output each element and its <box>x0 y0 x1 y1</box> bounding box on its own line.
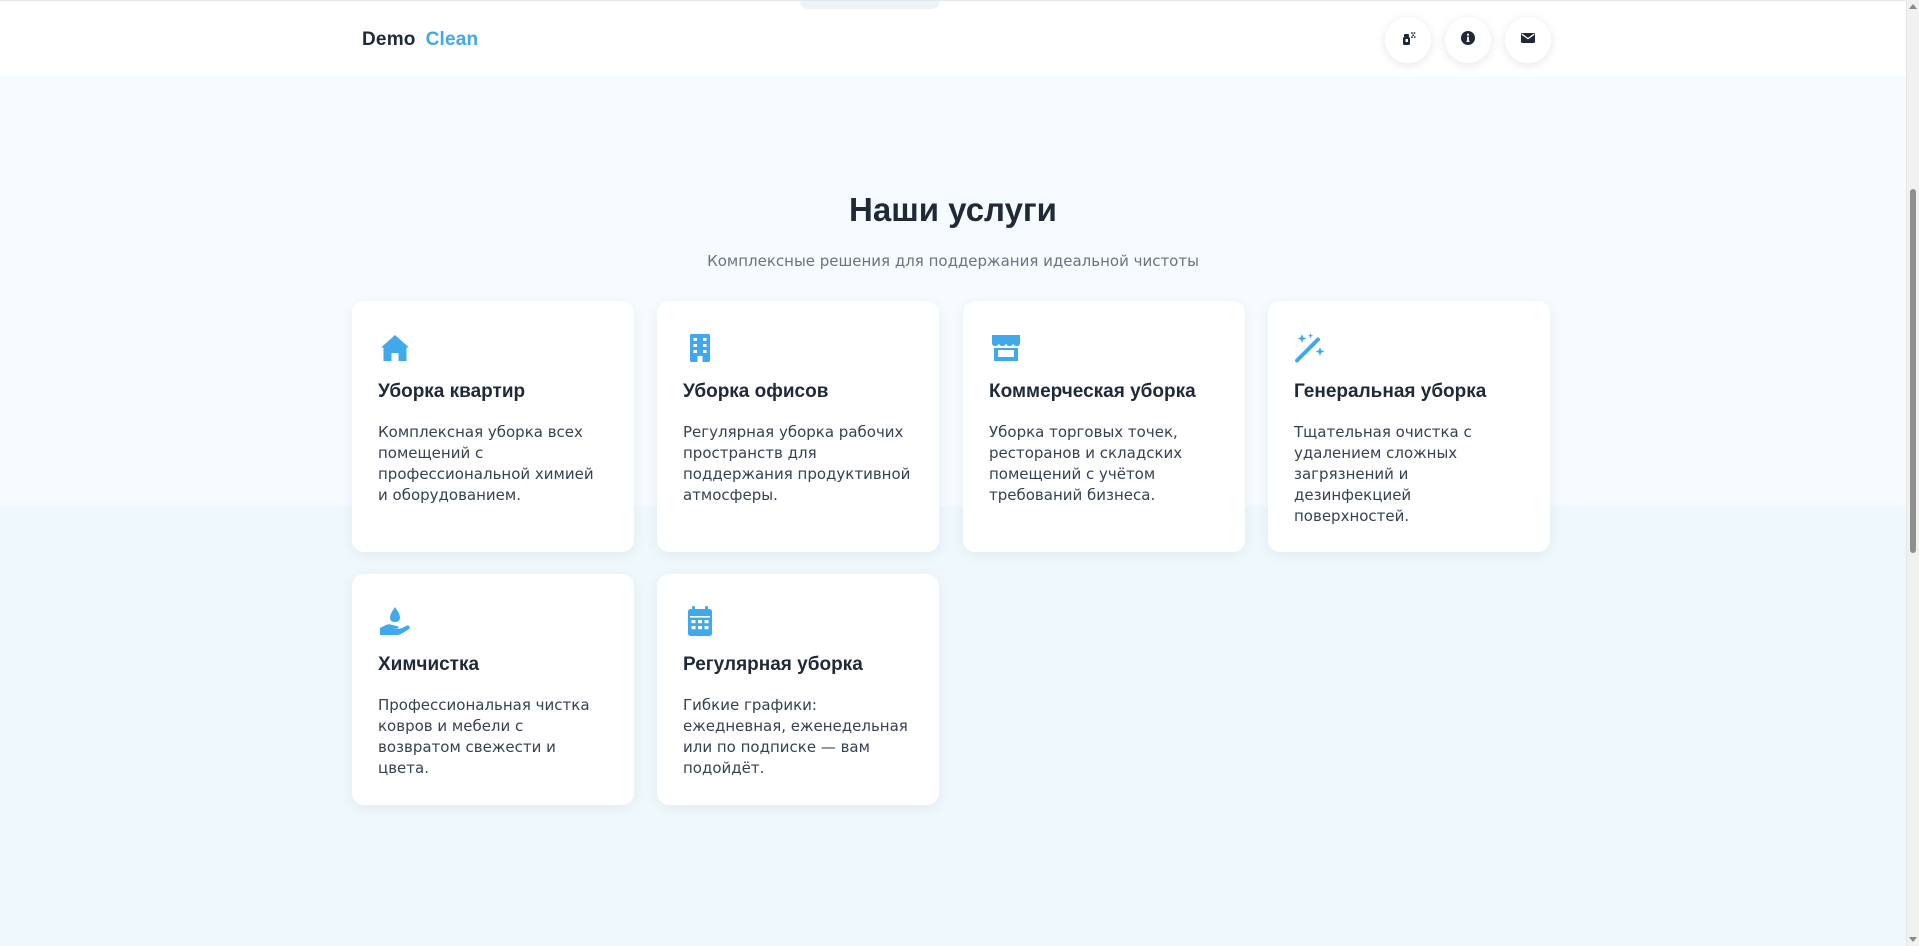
service-card-dry-cleaning[interactable]: Химчистка Профессиональная чистка ковров… <box>352 574 634 805</box>
contact-button[interactable] <box>1505 17 1551 63</box>
page: Demo Clean Наши услуги Комплексные решен… <box>0 0 1919 946</box>
spray-bottle-icon <box>1400 30 1416 50</box>
service-title: Регулярная уборка <box>683 654 863 675</box>
store-icon <box>989 331 1023 365</box>
service-title: Уборка офисов <box>683 381 829 402</box>
brand-accent: Clean <box>425 29 479 50</box>
header-decoration <box>800 1 940 9</box>
service-title: Химчистка <box>378 654 480 675</box>
service-card-offices[interactable]: Уборка офисов Регулярная уборка рабочих … <box>657 301 939 552</box>
building-icon <box>683 331 717 365</box>
site-header: Demo Clean <box>0 0 1906 76</box>
header-actions <box>1385 17 1551 63</box>
service-card-apartments[interactable]: Уборка квартир Комплексная уборка всех п… <box>352 301 634 552</box>
section-title: Наши услуги <box>849 191 1057 228</box>
brand-primary: Demo <box>362 29 416 50</box>
service-description: Регулярная уборка рабочих пространств дл… <box>683 423 911 504</box>
scroll-down-arrow-icon[interactable] <box>1909 937 1917 942</box>
section-subtitle: Комплексные решения для поддержания идеа… <box>707 252 1199 270</box>
envelope-icon <box>1520 30 1536 50</box>
service-description: Комплексная уборка всех помещений с проф… <box>378 423 594 504</box>
brand-logo[interactable]: Demo Clean <box>362 29 478 51</box>
calendar-icon <box>683 604 717 638</box>
info-icon <box>1460 30 1476 50</box>
service-description: Уборка торговых точек, ресторанов и скла… <box>989 423 1183 504</box>
info-button[interactable] <box>1445 17 1491 63</box>
service-card-regular[interactable]: Регулярная уборка Гибкие графики: ежедне… <box>657 574 939 805</box>
scroll-up-arrow-icon[interactable] <box>1909 4 1917 9</box>
service-card-general[interactable]: Генеральная уборка Тщательная очистка с … <box>1268 301 1550 552</box>
service-card-commercial[interactable]: Коммерческая уборка Уборка торговых точе… <box>963 301 1245 552</box>
service-description: Тщательная очистка с удалением сложных з… <box>1294 423 1472 525</box>
scrollbar-thumb[interactable] <box>1910 189 1916 553</box>
magic-wand-icon <box>1294 331 1328 365</box>
service-title: Коммерческая уборка <box>989 381 1196 402</box>
service-description: Профессиональная чистка ковров и мебели … <box>378 696 590 777</box>
service-description: Гибкие графики: ежедневная, еженедельная… <box>683 696 908 777</box>
service-title: Генеральная уборка <box>1294 381 1487 402</box>
hand-droplet-icon <box>378 604 412 638</box>
vertical-scrollbar[interactable] <box>1906 0 1919 946</box>
section-background-lower <box>0 506 1906 946</box>
service-title: Уборка квартир <box>378 381 526 402</box>
house-icon <box>378 331 412 365</box>
services-button[interactable] <box>1385 17 1431 63</box>
